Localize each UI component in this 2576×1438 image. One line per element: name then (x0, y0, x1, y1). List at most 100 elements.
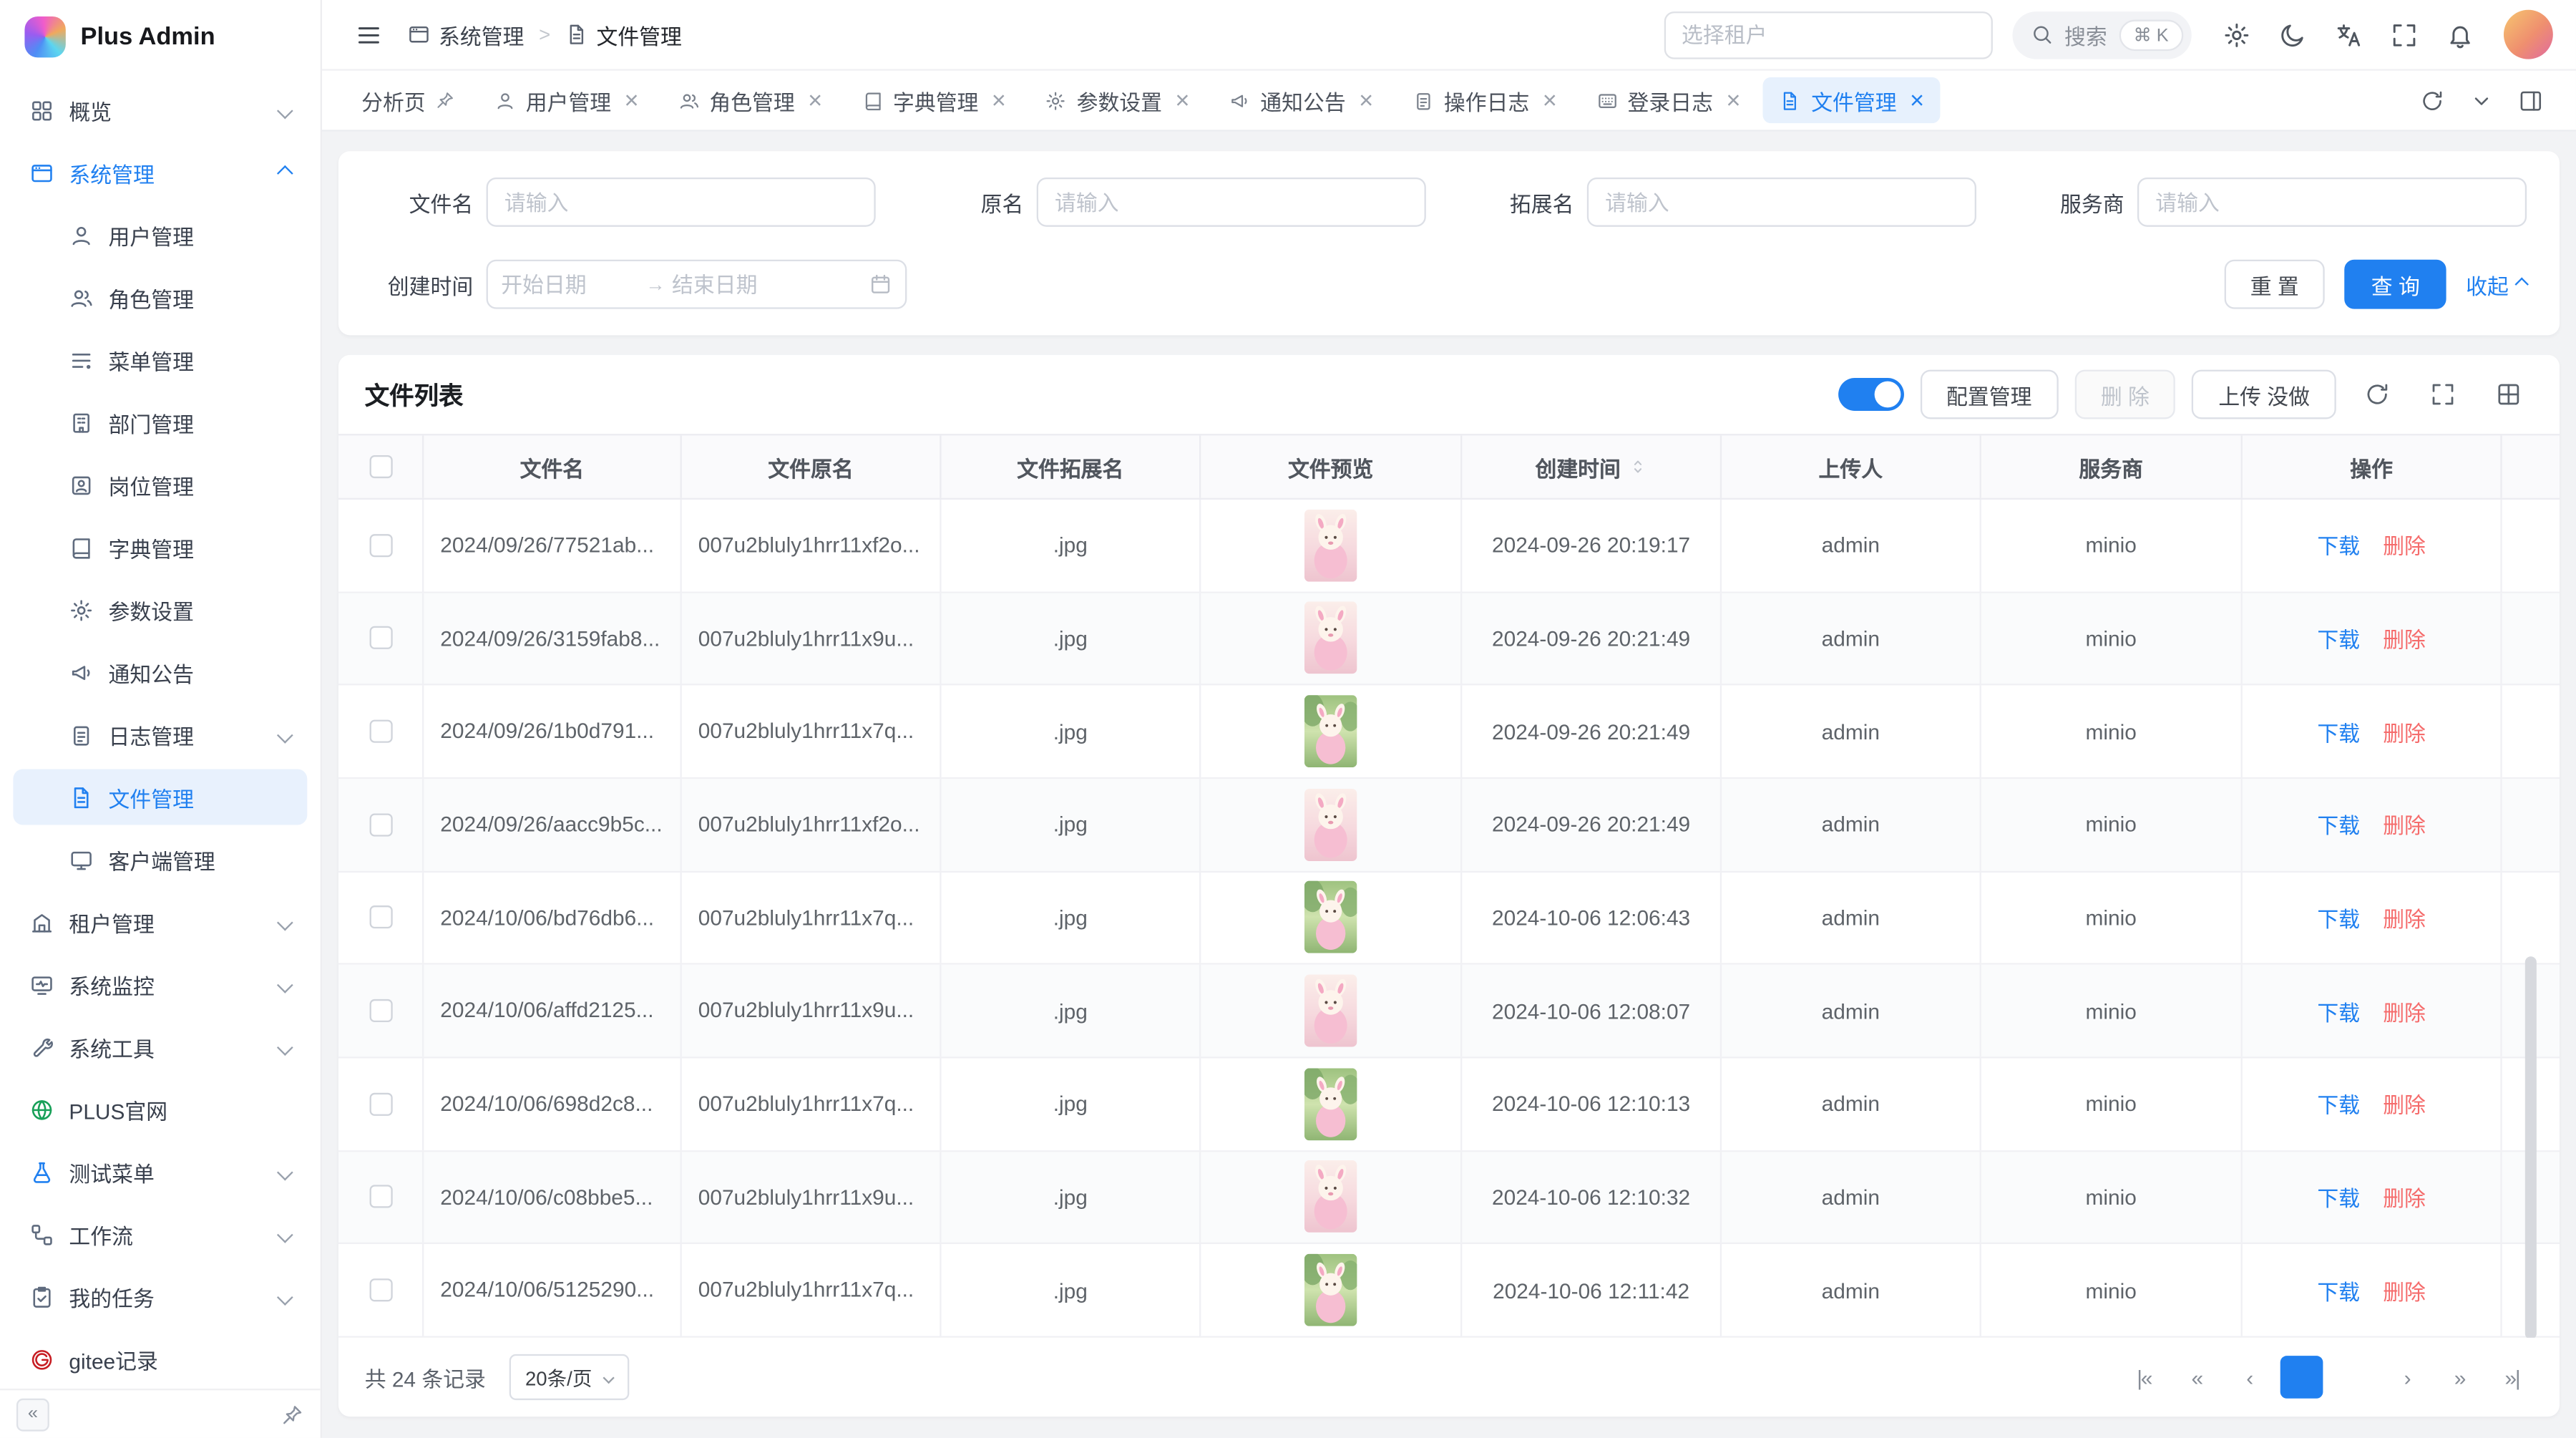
download-link[interactable]: 下载 (2317, 995, 2360, 1026)
toggle-panel-button[interactable] (2507, 77, 2553, 123)
file-preview-thumbnail[interactable] (1304, 1161, 1357, 1233)
select-all-checkbox[interactable] (369, 455, 391, 478)
tab[interactable]: 分析页 (345, 77, 472, 123)
close-icon[interactable]: × (1359, 88, 1373, 112)
column-header-created-time[interactable]: 创建时间 (1462, 435, 1722, 497)
refresh-page-button[interactable] (2409, 77, 2454, 123)
collapse-filters-link[interactable]: 收起 (2466, 268, 2527, 300)
close-icon[interactable]: × (1543, 88, 1557, 112)
file-preview-thumbnail[interactable] (1304, 1254, 1357, 1326)
row-checkbox[interactable] (369, 906, 391, 929)
tab[interactable]: 参数设置 × (1029, 77, 1206, 123)
tab[interactable]: 操作日志 × (1396, 77, 1573, 123)
column-settings-button[interactable] (2484, 370, 2533, 419)
delete-link[interactable]: 删除 (2383, 902, 2426, 933)
row-checkbox[interactable] (369, 627, 391, 650)
filter-field-input[interactable] (2137, 178, 2527, 227)
date-start-input[interactable] (501, 272, 639, 296)
hamburger-menu-button[interactable] (345, 11, 391, 57)
sidebar-item[interactable]: 概览 (13, 82, 307, 138)
sidebar-item[interactable]: 系统监控 (13, 956, 307, 1012)
delete-link[interactable]: 删除 (2383, 1275, 2426, 1306)
delete-link[interactable]: 删除 (2383, 530, 2426, 561)
tab[interactable]: 字典管理 × (845, 77, 1022, 123)
sidebar-item[interactable]: 客户端管理 (13, 832, 307, 888)
download-link[interactable]: 下载 (2317, 623, 2360, 654)
sort-icon[interactable] (1627, 457, 1647, 477)
sidebar-item[interactable]: 字典管理 (13, 520, 307, 575)
file-preview-thumbnail[interactable] (1304, 1068, 1357, 1140)
collapse-sidebar-button[interactable]: « (16, 1398, 49, 1431)
select-all-header[interactable] (338, 435, 424, 497)
date-range-picker[interactable]: → (487, 260, 907, 309)
file-preview-thumbnail[interactable] (1304, 695, 1357, 767)
download-link[interactable]: 下载 (2317, 530, 2360, 561)
delete-link[interactable]: 删除 (2383, 623, 2426, 654)
global-search-button[interactable]: 搜索 ⌘ K (2012, 11, 2192, 59)
row-checkbox[interactable] (369, 1092, 391, 1115)
tab[interactable]: 用户管理 × (478, 77, 655, 123)
close-icon[interactable]: × (1726, 88, 1740, 112)
upload-button[interactable]: 上传 没做 (2192, 370, 2336, 419)
query-button[interactable]: 查 询 (2345, 260, 2446, 309)
filter-field-input[interactable] (487, 178, 876, 227)
config-toggle[interactable] (1838, 378, 1904, 411)
sidebar-item[interactable]: 用户管理 (13, 207, 307, 263)
delete-link[interactable]: 删除 (2383, 1088, 2426, 1119)
notifications-button[interactable] (2435, 10, 2484, 59)
table-scrollbar-thumb[interactable] (2525, 956, 2537, 1338)
logo[interactable]: Plus Admin (0, 0, 321, 72)
pagination-first-button[interactable]: |« (2122, 1356, 2165, 1399)
sidebar-item[interactable]: 租户管理 (13, 894, 307, 950)
pagination-next-button[interactable]: › (2386, 1356, 2429, 1399)
delete-link[interactable]: 删除 (2383, 809, 2426, 840)
breadcrumb-item-current[interactable]: 文件管理 (565, 19, 682, 50)
close-icon[interactable]: × (1910, 88, 1924, 112)
sidebar-item[interactable]: 测试菜单 (13, 1144, 307, 1200)
language-button[interactable] (2323, 10, 2372, 59)
download-link[interactable]: 下载 (2317, 1275, 2360, 1306)
user-avatar[interactable] (2504, 10, 2553, 59)
close-icon[interactable]: × (625, 88, 639, 112)
download-link[interactable]: 下载 (2317, 1182, 2360, 1213)
sidebar-item[interactable]: PLUS官网 (13, 1082, 307, 1137)
close-icon[interactable]: × (992, 88, 1006, 112)
sidebar-item[interactable]: 通知公告 (13, 644, 307, 700)
sidebar-item[interactable]: 系统工具 (13, 1019, 307, 1074)
sidebar-item[interactable]: 系统管理 (13, 145, 307, 200)
sidebar-item[interactable]: 文件管理 (13, 769, 307, 825)
settings-button[interactable] (2211, 10, 2260, 59)
file-preview-thumbnail[interactable] (1304, 975, 1357, 1047)
row-checkbox[interactable] (369, 720, 391, 743)
sidebar-item[interactable]: 部门管理 (13, 394, 307, 450)
pin-sidebar-icon[interactable] (281, 1403, 304, 1426)
delete-link[interactable]: 删除 (2383, 716, 2426, 747)
page-size-select[interactable]: 20条/页 (509, 1354, 630, 1400)
row-checkbox[interactable] (369, 999, 391, 1022)
download-link[interactable]: 下载 (2317, 716, 2360, 747)
close-icon[interactable]: × (1175, 88, 1189, 112)
table-fullscreen-button[interactable] (2419, 370, 2468, 419)
tenant-select-input[interactable] (1664, 11, 1992, 59)
row-checkbox[interactable] (369, 1185, 391, 1208)
fullscreen-button[interactable] (2379, 10, 2428, 59)
row-checkbox[interactable] (369, 813, 391, 836)
sidebar-item[interactable]: 我的任务 (13, 1268, 307, 1324)
sidebar-item[interactable]: 角色管理 (13, 270, 307, 326)
file-preview-thumbnail[interactable] (1304, 882, 1357, 954)
file-preview-thumbnail[interactable] (1304, 602, 1357, 674)
filter-field-input[interactable] (1037, 178, 1426, 227)
breadcrumb-item[interactable]: 系统管理 (407, 19, 524, 50)
tab[interactable]: 角色管理 × (662, 77, 839, 123)
pagination-last-button[interactable]: »| (2491, 1356, 2534, 1399)
sidebar-item[interactable]: 工作流 (13, 1206, 307, 1262)
tab[interactable]: 文件管理 × (1764, 77, 1941, 123)
date-end-input[interactable] (672, 272, 810, 296)
pagination-page-button[interactable] (2280, 1356, 2323, 1399)
delete-link[interactable]: 删除 (2383, 1182, 2426, 1213)
close-icon[interactable]: × (808, 88, 822, 112)
pagination-fast-next-button[interactable]: » (2438, 1356, 2481, 1399)
tab[interactable]: 通知公告 × (1213, 77, 1390, 123)
download-link[interactable]: 下载 (2317, 902, 2360, 933)
filter-field-input[interactable] (1587, 178, 1976, 227)
